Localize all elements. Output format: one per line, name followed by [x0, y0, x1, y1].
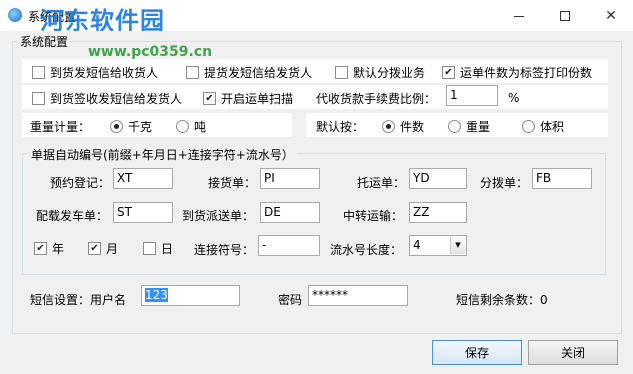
dispatch-label: 分拨单： — [480, 176, 529, 190]
close-window-button[interactable]: ✕ — [588, 4, 633, 28]
checkbox-year[interactable]: 年 — [34, 240, 64, 257]
fee-ratio-input[interactable]: 1 — [446, 85, 498, 106]
radio-label: 千克 — [128, 120, 153, 134]
numbering-title: 单据自动编号(前缀+年月日+连接字符+流水号） — [28, 146, 297, 163]
radio-dot — [110, 120, 123, 133]
minimize-button[interactable] — [496, 4, 542, 28]
watermark-url: www.pc0359.cn — [88, 44, 213, 60]
checkbox-label: 到货发短信给收货人 — [50, 66, 159, 80]
sms-password-label: 密码 — [278, 293, 303, 307]
fee-ratio-label: 代收货款手续费比例： — [316, 92, 437, 106]
checkbox-sign-sms-sender[interactable]: 到货签收发短信给发货人 — [32, 90, 182, 107]
loading-value: ST — [117, 205, 132, 219]
checkbox-month[interactable]: 月 — [88, 240, 118, 257]
connector-value: - — [262, 238, 267, 252]
checkbox-box — [143, 242, 156, 255]
maximize-button[interactable] — [542, 4, 588, 28]
sms-user-input[interactable]: 123 — [141, 285, 240, 306]
checkbox-sms-sender[interactable]: 提货发短信给发货人 — [186, 64, 312, 81]
appointment-label: 预约登记： — [50, 176, 111, 190]
config-panel: 系统配置 到货发短信给收货人 提货发短信给发货人 默认分拨业务 运单件数为标签打… — [0, 31, 633, 374]
receipt-label: 接货单： — [208, 176, 257, 190]
chevron-down-icon[interactable]: ▼ — [450, 237, 465, 254]
checkbox-box — [186, 66, 199, 79]
serial-length-select[interactable]: 4 ▼ — [409, 235, 467, 256]
sms-password-value: ****** — [312, 288, 348, 302]
weight-label: 重量计量： — [30, 120, 91, 134]
checkbox-label-copies[interactable]: 运单件数为标签打印份数 — [442, 64, 592, 81]
receipt-value: PI — [264, 171, 275, 185]
close-icon: ✕ — [605, 8, 617, 24]
radio-volume[interactable]: 体积 — [522, 118, 564, 135]
consignment-input[interactable]: YD — [409, 168, 467, 189]
save-button[interactable]: 保存 — [432, 340, 522, 365]
delivery-label: 到货派送单： — [182, 209, 255, 223]
radio-label: 吨 — [194, 120, 207, 134]
consignment-label: 托运单： — [357, 176, 406, 190]
radio-kg[interactable]: 千克 — [110, 118, 152, 135]
checkbox-box — [32, 92, 45, 105]
radio-label: 件数 — [400, 120, 425, 134]
checkbox-box — [32, 66, 45, 79]
consignment-value: YD — [413, 171, 430, 185]
checkbox-label: 年 — [52, 242, 65, 256]
checkbox-waybill-scan[interactable]: 开启运单扫描 — [203, 90, 293, 107]
radio-pieces[interactable]: 件数 — [382, 118, 424, 135]
checkbox-label: 运单件数为标签打印份数 — [460, 66, 593, 80]
radio-dot — [176, 120, 189, 133]
dispatch-value: FB — [536, 171, 552, 185]
serial-length-value: 4 — [413, 238, 421, 252]
receipt-input[interactable]: PI — [260, 168, 320, 189]
fee-ratio-value: 1 — [450, 88, 458, 102]
checkbox-sms-receiver[interactable]: 到货发短信给收货人 — [32, 64, 158, 81]
checkbox-label: 默认分拨业务 — [353, 66, 426, 80]
radio-dot — [382, 120, 395, 133]
dispatch-input[interactable]: FB — [532, 168, 592, 189]
checkbox-box — [88, 242, 101, 255]
radio-label: 体积 — [540, 120, 565, 134]
checkbox-day[interactable]: 日 — [143, 240, 173, 257]
checkbox-default-dispatch[interactable]: 默认分拨业务 — [335, 64, 425, 81]
sms-user-label: 短信设置：用户名 — [30, 293, 127, 307]
transfer-label: 中转运输： — [343, 209, 404, 223]
delivery-value: DE — [264, 205, 281, 219]
sms-remaining: 短信剩余条数：0 — [456, 293, 548, 307]
close-button[interactable]: 关闭 — [528, 340, 618, 365]
appointment-input[interactable]: XT — [113, 168, 173, 189]
appointment-value: XT — [117, 171, 133, 185]
serial-length-label: 流水号长度： — [330, 243, 403, 257]
checkbox-label: 到货签收发短信给发货人 — [50, 92, 183, 106]
group-title: 系统配置 — [18, 33, 71, 50]
radio-dot — [522, 120, 535, 133]
checkbox-box — [34, 242, 47, 255]
radio-label: 重量 — [466, 120, 491, 134]
sms-password-input[interactable]: ****** — [308, 285, 408, 306]
maximize-icon — [560, 11, 570, 21]
checkbox-box — [335, 66, 348, 79]
loading-input[interactable]: ST — [113, 202, 173, 223]
radio-dot — [448, 120, 461, 133]
default-by-label: 默认按： — [316, 120, 365, 134]
checkbox-label: 提货发短信给发货人 — [204, 66, 313, 80]
title-bar: 系统配置 河东软件园 ✕ — [0, 0, 633, 35]
radio-ton[interactable]: 吨 — [176, 118, 206, 135]
transfer-value: ZZ — [413, 205, 430, 219]
checkbox-box — [442, 66, 455, 79]
radio-weight[interactable]: 重量 — [448, 118, 490, 135]
fee-ratio-unit: % — [508, 91, 520, 105]
delivery-input[interactable]: DE — [260, 202, 320, 223]
checkbox-label: 开启运单扫描 — [221, 92, 294, 106]
loading-label: 配载发车单： — [36, 209, 109, 223]
minimize-icon — [514, 15, 524, 17]
connector-input[interactable]: - — [258, 235, 320, 256]
app-icon — [8, 8, 22, 22]
checkbox-label: 月 — [106, 242, 119, 256]
connector-label: 连接符号： — [194, 243, 255, 257]
checkbox-box — [203, 92, 216, 105]
checkbox-label: 日 — [161, 242, 174, 256]
transfer-input[interactable]: ZZ — [409, 202, 467, 223]
sms-user-value: 123 — [145, 288, 168, 302]
